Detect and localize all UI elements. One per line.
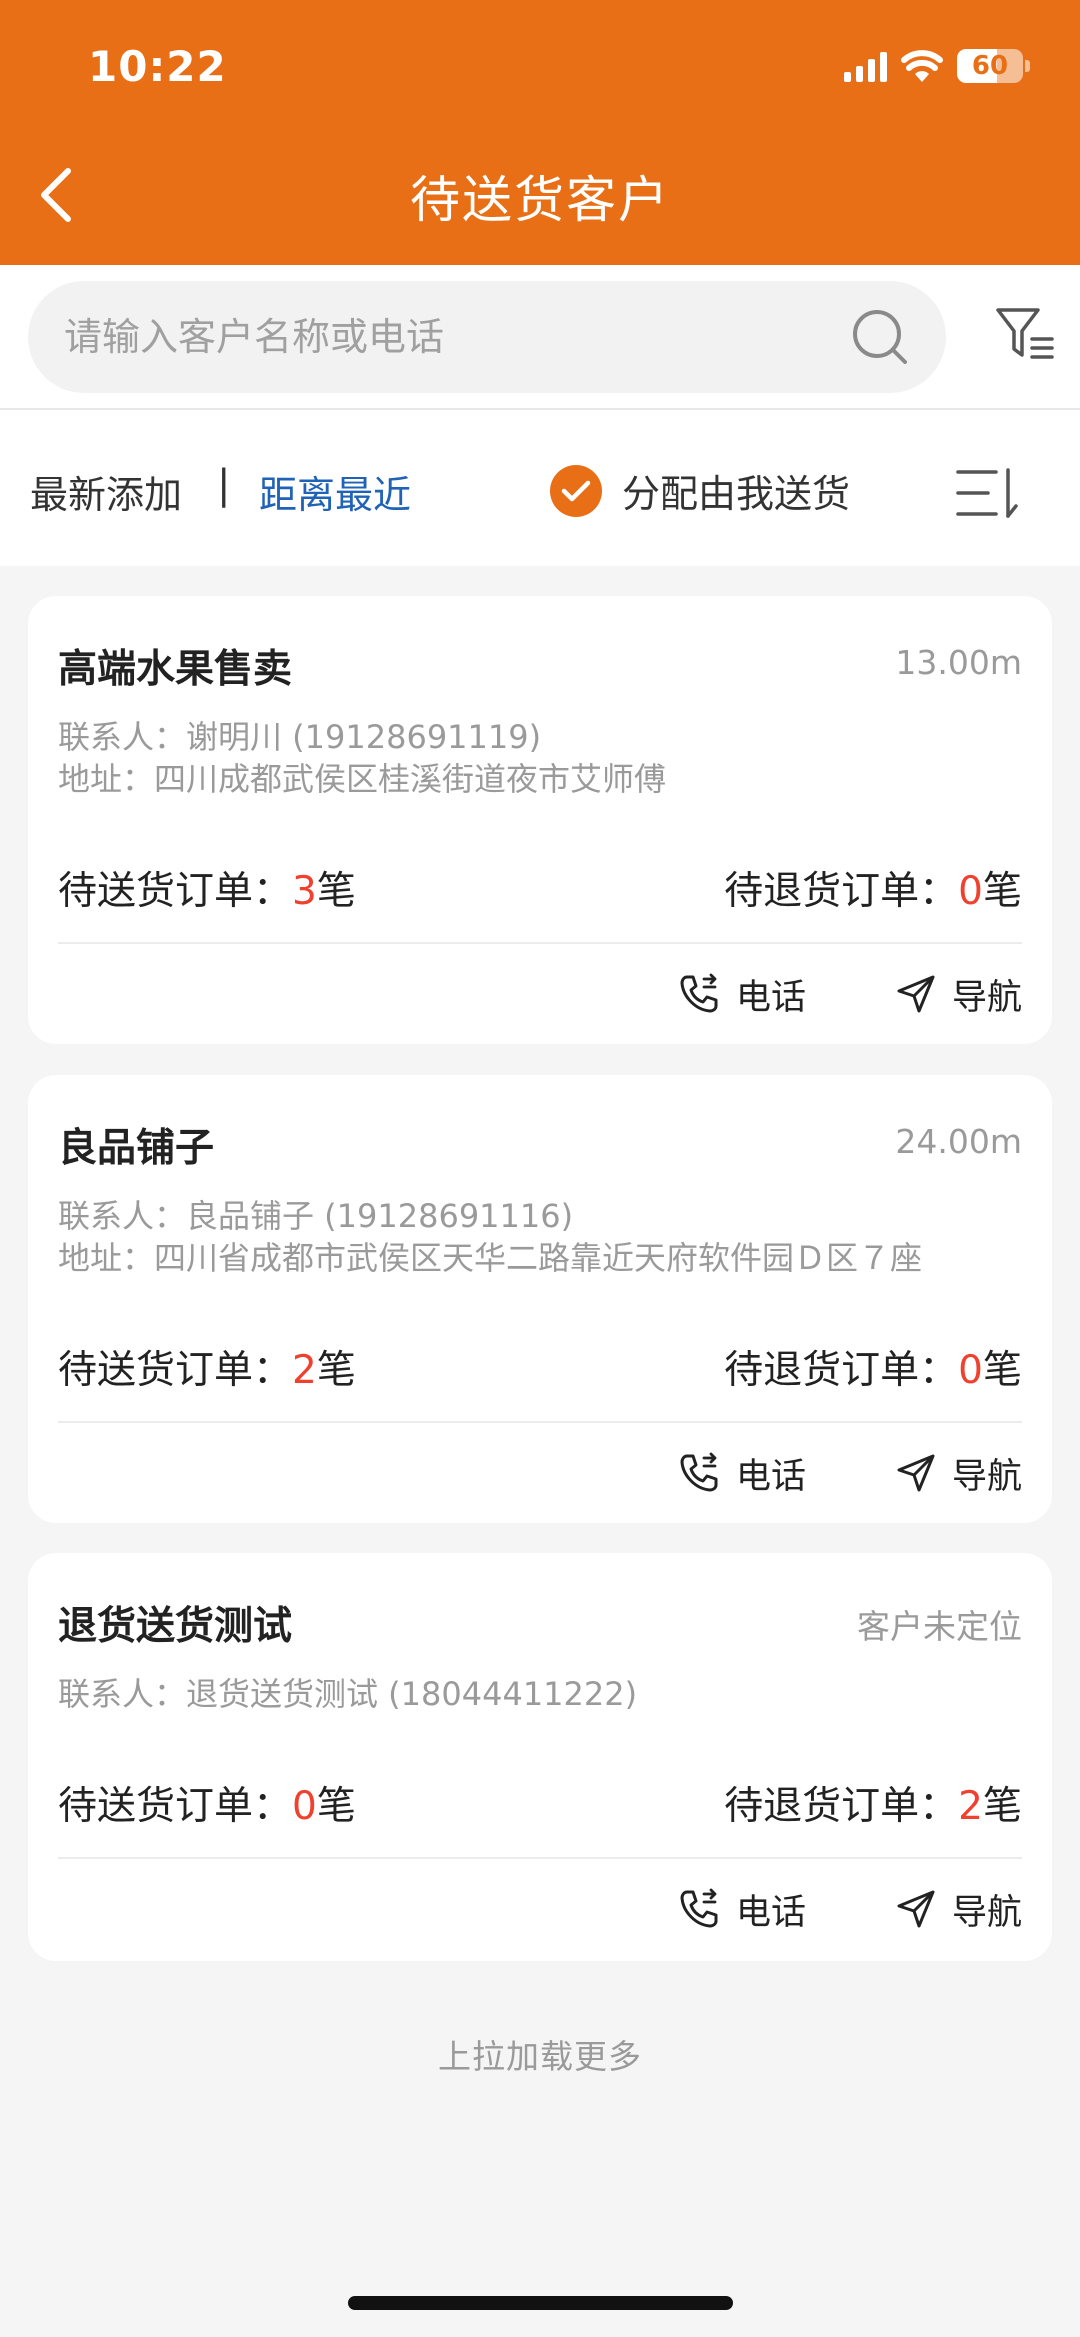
header: 10:22 60 待送货客户 xyxy=(0,0,1080,265)
status-icons: 60 xyxy=(844,44,1030,88)
call-label: 电话 xyxy=(735,1456,806,1497)
search-box xyxy=(28,281,946,393)
sort-separator: | xyxy=(217,462,231,508)
pending-delivery-count: 0 xyxy=(292,1784,317,1829)
customer-name: 退货送货测试 xyxy=(58,1604,293,1649)
card-divider xyxy=(58,942,1022,944)
customer-contact: 联系人：谢明川 (19128691119) xyxy=(58,718,542,756)
phone-icon xyxy=(680,973,718,1013)
battery-icon: 60 xyxy=(957,49,1023,83)
phone-icon xyxy=(680,1452,718,1492)
customer-address: 地址：四川省成都市武侯区天华二路靠近天府软件园Ｄ区７座 xyxy=(58,1239,923,1277)
battery-tip xyxy=(1025,60,1030,72)
search-input[interactable] xyxy=(64,315,844,359)
navigate-button[interactable]: 导航 xyxy=(896,1448,1022,1499)
card-divider xyxy=(58,1421,1022,1423)
status-time: 10:22 xyxy=(88,42,227,91)
order-counts: 待送货订单：0笔 待退货订单：2笔 xyxy=(58,1775,1022,1831)
navigate-button[interactable]: 导航 xyxy=(896,1884,1022,1935)
customer-card[interactable]: 退货送货测试 客户未定位 联系人：退货送货测试 (18044411222) 待送… xyxy=(28,1553,1052,1961)
customer-distance: 13.00m xyxy=(895,643,1022,682)
customer-address: 地址：四川成都武侯区桂溪街道夜市艾师傅 xyxy=(58,760,667,798)
pending-delivery: 待送货订单：0笔 xyxy=(58,1784,356,1829)
sort-nearest-tab[interactable]: 距离最近 xyxy=(259,464,411,519)
navigate-label: 导航 xyxy=(951,977,1022,1018)
pending-delivery-count: 2 xyxy=(292,1348,317,1393)
assign-to-me-toggle[interactable]: 分配由我送货 xyxy=(550,463,850,518)
battery-level: 60 xyxy=(971,51,1009,81)
phone-icon xyxy=(680,1888,718,1928)
card-actions: 电话 导航 xyxy=(678,1879,1022,1939)
home-indicator[interactable] xyxy=(348,2296,733,2310)
order-counts: 待送货订单：3笔 待退货订单：0笔 xyxy=(58,860,1022,916)
order-counts: 待送货订单：2笔 待退货订单：0笔 xyxy=(58,1339,1022,1395)
assign-to-me-label: 分配由我送货 xyxy=(622,472,851,516)
customer-card[interactable]: 良品铺子 24.00m 联系人：良品铺子 (19128691116) 地址：四川… xyxy=(28,1075,1052,1523)
card-actions: 电话 导航 xyxy=(678,964,1022,1024)
navigation-arrow-icon xyxy=(897,1890,935,1928)
pending-return: 待退货订单：0笔 xyxy=(724,1348,1022,1393)
call-button[interactable]: 电话 xyxy=(678,1884,806,1935)
pending-delivery: 待送货订单：2笔 xyxy=(58,1348,356,1393)
pending-return-count: 2 xyxy=(958,1784,983,1829)
wifi-icon xyxy=(901,50,943,82)
customer-distance: 24.00m xyxy=(895,1122,1022,1161)
cellular-signal-icon xyxy=(844,50,887,82)
navigation-arrow-icon xyxy=(897,975,935,1013)
sort-latest-tab[interactable]: 最新添加 xyxy=(30,464,182,519)
navigation-arrow-icon xyxy=(897,1454,935,1492)
customer-contact: 联系人：良品铺子 (19128691116) xyxy=(58,1197,574,1235)
pending-delivery-count: 3 xyxy=(292,869,317,914)
page-title: 待送货客户 xyxy=(410,171,670,229)
card-actions: 电话 导航 xyxy=(678,1443,1022,1503)
customer-distance: 客户未定位 xyxy=(857,1607,1022,1646)
customer-name: 良品铺子 xyxy=(58,1126,215,1171)
customer-contact: 联系人：退货送货测试 (18044411222) xyxy=(58,1675,638,1713)
search-icon[interactable] xyxy=(850,307,910,367)
sort-icon[interactable] xyxy=(956,466,1018,520)
card-divider xyxy=(58,1857,1022,1859)
pending-delivery: 待送货订单：3笔 xyxy=(58,869,356,914)
call-button[interactable]: 电话 xyxy=(678,969,806,1020)
navigate-label: 导航 xyxy=(951,1456,1022,1497)
filter-icon[interactable] xyxy=(994,305,1056,367)
pending-return: 待退货订单：2笔 xyxy=(724,1784,1022,1829)
call-button[interactable]: 电话 xyxy=(678,1448,806,1499)
pending-return: 待退货订单：0笔 xyxy=(724,869,1022,914)
call-label: 电话 xyxy=(735,1892,806,1933)
search-bar xyxy=(0,265,1080,410)
load-more-hint: 上拉加载更多 xyxy=(438,2037,642,2076)
checkmark-icon xyxy=(550,464,602,517)
call-label: 电话 xyxy=(735,977,806,1018)
sort-bar: 最新添加 | 距离最近 分配由我送货 xyxy=(0,410,1080,566)
customer-name: 高端水果售卖 xyxy=(58,647,293,692)
customer-card[interactable]: 高端水果售卖 13.00m 联系人：谢明川 (19128691119) 地址：四… xyxy=(28,596,1052,1044)
navigate-button[interactable]: 导航 xyxy=(896,969,1022,1020)
pending-return-count: 0 xyxy=(958,869,983,914)
pending-return-count: 0 xyxy=(958,1348,983,1393)
navigate-label: 导航 xyxy=(951,1892,1022,1933)
